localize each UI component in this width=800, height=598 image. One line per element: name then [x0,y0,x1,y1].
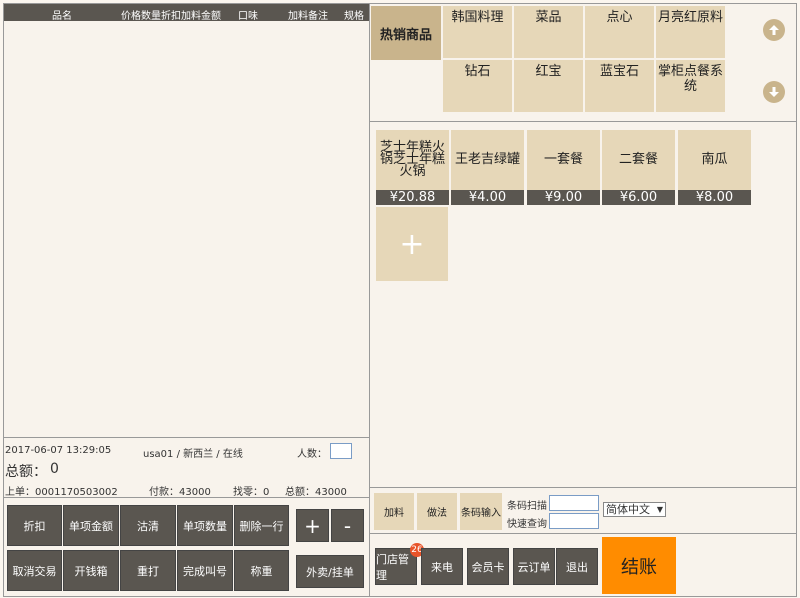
order-list[interactable] [4,21,369,438]
good-item[interactable]: 南瓜 ¥8.00 [678,130,751,205]
good-price: ¥9.00 [527,190,600,205]
paid-amount: 付款：43000 [149,487,211,498]
goods-area: 芝士年糕火锅芝士年糕火锅 ¥20.88 王老吉绿罐 ¥4.00 一套餐 ¥9.0… [370,122,797,488]
order-panel: 品名 价格 数量 折扣 加料 金额 口味 加料备注 规格 2017-06-07 … [3,3,370,597]
datetime: 2017-06-07 13:29:05 [5,445,112,456]
barcode-scan-input[interactable] [549,495,599,511]
total-value: 0 [50,461,59,477]
plus-button[interactable]: + [296,509,329,542]
category-hot[interactable]: 热销商品 [371,6,441,60]
col-addon-note: 加料备注 [288,11,328,22]
good-name: 芝士年糕火锅芝士年糕火锅 [380,140,446,179]
category-moon-red[interactable]: 月亮红原料 [656,6,725,58]
quick-search-label: 快速查询 [507,519,547,530]
good-item[interactable]: 王老吉绿罐 ¥4.00 [451,130,524,205]
checkout-button[interactable]: 结账 [602,537,676,594]
col-name: 品名 [52,11,72,22]
good-price: ¥8.00 [678,190,751,205]
good-price: ¥4.00 [451,190,524,205]
finish-call-button[interactable]: 完成叫号 [177,550,233,591]
open-drawer-button[interactable]: 开钱箱 [63,550,119,591]
col-addon: 加料 [181,11,201,22]
category-ruby[interactable]: 红宝 [514,60,583,112]
col-flavor: 口味 [238,11,258,22]
cancel-trade-button[interactable]: 取消交易 [7,550,62,591]
col-spec: 规格 [344,11,364,22]
category-dishes[interactable]: 菜品 [514,6,583,58]
good-name: 一套餐 [543,152,583,167]
minus-button[interactable]: - [331,509,364,542]
order-table-header: 品名 价格 数量 折扣 加料 金额 口味 加料备注 规格 [4,4,369,22]
category-diamond[interactable]: 钻石 [443,60,512,112]
total-label: 总额： [5,464,47,480]
good-item[interactable]: 二套餐 ¥6.00 [602,130,675,205]
col-amount: 金额 [201,11,221,22]
category-sapphire[interactable]: 蓝宝石 [585,60,654,112]
delete-row-button[interactable]: 删除一行 [234,505,289,546]
category-area: 热销商品 韩国料理 菜品 点心 月亮红原料 钻石 红宝 蓝宝石 掌柜点餐系统 [370,4,797,122]
good-name: 南瓜 [701,152,728,167]
people-input[interactable] [330,443,352,459]
reprint-button[interactable]: 重打 [120,550,176,591]
good-name: 二套餐 [618,152,658,167]
col-qty: 数量 [141,11,161,22]
incoming-call-button[interactable]: 来电 [421,548,463,585]
arrow-up-icon[interactable] [763,19,785,41]
col-price: 价格 [121,11,141,22]
good-item[interactable]: 一套餐 ¥9.00 [527,130,600,205]
menu-panel: 热销商品 韩国料理 菜品 点心 月亮红原料 钻石 红宝 蓝宝石 掌柜点餐系统 芝… [370,3,797,597]
good-item[interactable]: 芝士年糕火锅芝士年糕火锅 ¥20.88 [376,130,449,205]
tool-area: 加料 做法 条码输入 条码扫描 快速查询 简体中文 ▼ [370,488,797,534]
language-value: 简体中文 [606,503,650,516]
barcode-scan-label: 条码扫描 [507,501,547,512]
category-dimsum[interactable]: 点心 [585,6,654,58]
exit-button[interactable]: 退出 [556,548,598,585]
good-name: 王老吉绿罐 [455,152,521,167]
add-material-button[interactable]: 加料 [374,493,414,530]
category-korean[interactable]: 韩国料理 [443,6,512,58]
order-info: 2017-06-07 13:29:05 usa01 / 新西兰 / 在线 人数：… [4,438,369,498]
cloud-order-button[interactable]: 云订单 [513,548,555,585]
quick-search-input[interactable] [549,513,599,529]
member-card-button[interactable]: 会员卡 [467,548,509,585]
sum-amount: 总额：43000 [285,487,347,498]
people-label: 人数： [297,449,327,460]
method-button[interactable]: 做法 [417,493,457,530]
good-price: ¥20.88 [376,190,449,205]
arrow-down-icon[interactable] [763,81,785,103]
item-qty-button[interactable]: 单项数量 [177,505,233,546]
good-price: ¥6.00 [602,190,675,205]
col-discount: 折扣 [161,11,181,22]
last-order: 上单：0001170503002 [5,487,118,498]
item-amount-button[interactable]: 单项金额 [63,505,119,546]
barcode-input-button[interactable]: 条码输入 [460,493,502,530]
language-select[interactable]: 简体中文 ▼ [603,502,666,517]
add-good-button[interactable]: + [376,207,448,281]
dropdown-triangle-icon: ▼ [656,505,663,514]
takeout-button[interactable]: 外卖/挂单 [296,555,364,588]
change-amount: 找零：0 [233,487,270,498]
category-system[interactable]: 掌柜点餐系统 [656,60,725,112]
operator-status: usa01 / 新西兰 / 在线 [143,449,243,460]
discount-button[interactable]: 折扣 [7,505,62,546]
weigh-button[interactable]: 称重 [234,550,289,591]
clear-button[interactable]: 沽清 [120,505,176,546]
